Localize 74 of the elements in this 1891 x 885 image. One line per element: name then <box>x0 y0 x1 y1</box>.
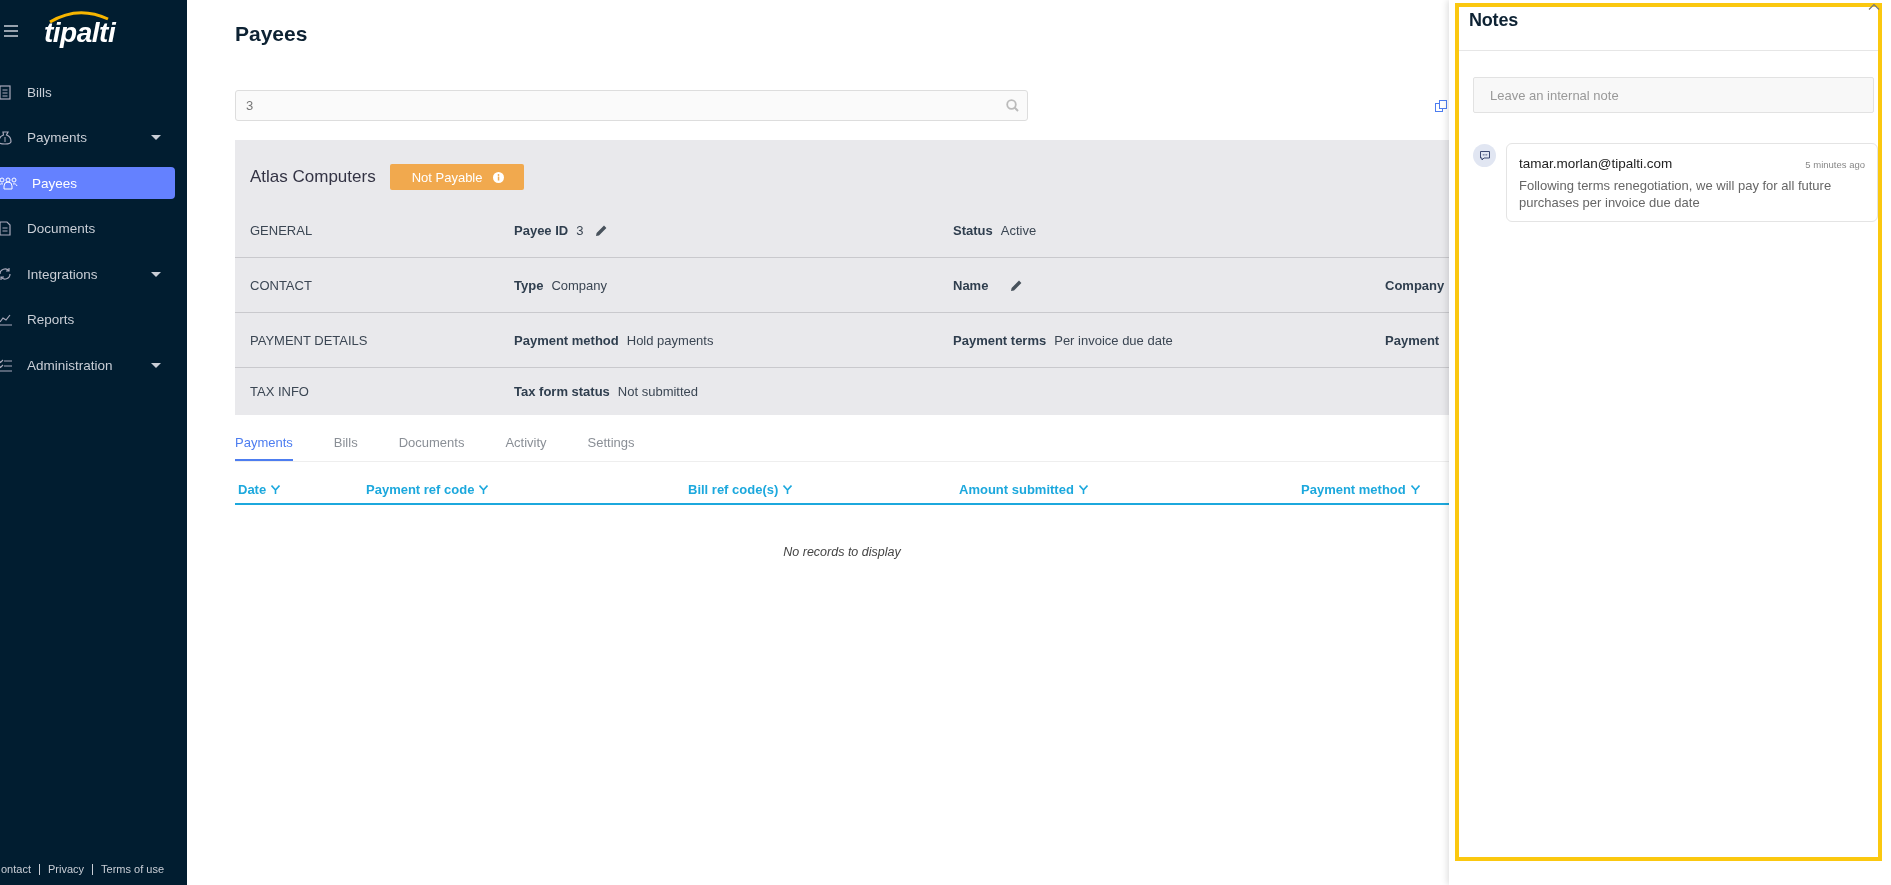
filter-icon <box>1410 484 1420 494</box>
caret-down-icon <box>151 135 161 140</box>
field-label: Status <box>953 223 993 238</box>
column-header[interactable]: Amount submitted <box>959 481 1301 497</box>
people-icon <box>0 175 18 191</box>
money-bag-icon <box>0 130 13 145</box>
field-label: Payment method <box>514 332 619 348</box>
section-heading: CONTACT <box>250 277 313 293</box>
chart-icon <box>0 312 13 327</box>
sync-icon <box>0 266 13 282</box>
field-label: Company <box>1385 277 1445 293</box>
tab[interactable]: Documents <box>398 427 465 461</box>
column-header[interactable]: Bill ref code(s) <box>688 481 959 497</box>
search-icon <box>1006 99 1019 112</box>
menu-icon[interactable] <box>4 25 18 37</box>
receipt-icon <box>0 84 13 100</box>
column-header[interactable]: Payment ref code <box>366 481 688 497</box>
tab[interactable]: Activity <box>505 427 547 461</box>
note-author: tamar.morlan@tipalti.com <box>1519 156 1673 171</box>
pencil-icon[interactable] <box>595 224 609 237</box>
footer-link[interactable]: Terms of use <box>92 864 172 875</box>
logo-arc-icon <box>48 9 110 23</box>
sidebar-item[interactable]: Documents <box>0 212 175 245</box>
caret-down-icon <box>151 271 161 277</box>
logo: tipalti <box>44 15 116 47</box>
info-icon <box>492 171 504 183</box>
field-label: Payment terms <box>953 332 1047 348</box>
field-value: Active <box>1000 223 1037 238</box>
field-label: Name <box>953 277 989 293</box>
checklist-icon <box>0 357 13 373</box>
field-value: Not submitted <box>617 384 699 399</box>
section-heading: GENERAL <box>250 223 314 238</box>
sidebar-item[interactable]: Reports <box>0 303 175 336</box>
payee-name: Atlas Computers <box>250 167 376 187</box>
note-input-field[interactable]: Leave an internal note <box>1473 77 1874 113</box>
sidebar-item[interactable]: Payments <box>0 121 175 154</box>
page-title: Payees <box>235 22 309 47</box>
footer-link[interactable]: Privacy <box>38 864 93 875</box>
sidebar-item[interactable]: Integrations <box>0 258 175 290</box>
tab[interactable]: Bills <box>333 427 358 461</box>
tab[interactable]: Payments <box>235 427 293 461</box>
sidebar-item[interactable]: Payees <box>0 167 175 199</box>
footer-link[interactable]: ontact <box>1 864 39 875</box>
panel-title: Notes <box>1459 7 1878 51</box>
field-value: Company <box>551 277 608 293</box>
filter-icon <box>479 484 489 494</box>
field-value: Per invoice due date <box>1054 332 1173 348</box>
sidebar-item[interactable]: Bills <box>0 76 175 108</box>
field-label: Tax form status <box>514 384 610 399</box>
empty-message: No records to display <box>782 545 902 559</box>
copy-icon[interactable] <box>1435 99 1447 112</box>
column-header[interactable]: Payment method <box>1301 481 1420 497</box>
caret-down-icon <box>151 362 161 368</box>
field-value: Hold payments <box>626 332 714 348</box>
document-icon <box>0 221 13 236</box>
search-field[interactable]: 3 <box>235 90 1028 121</box>
section-heading: TAX INFO <box>250 384 310 399</box>
tab[interactable]: Settings <box>587 427 635 461</box>
column-header[interactable]: Date <box>235 481 366 497</box>
filter-icon <box>783 484 793 494</box>
field-label: Payee ID <box>514 223 569 238</box>
filter-icon <box>271 484 281 494</box>
note-text: Following terms renegotiation, we will pay for all future purchases per invoice due date <box>1519 177 1833 211</box>
field-label: Type <box>514 277 544 293</box>
note-time: 5 minutes ago <box>1805 159 1865 170</box>
sidebar-item[interactable]: Administration <box>0 349 175 381</box>
section-heading: PAYMENT DETAILS <box>250 332 369 348</box>
speech-bubble-icon <box>1479 150 1490 161</box>
filter-icon <box>1078 484 1088 494</box>
pencil-icon[interactable] <box>1010 278 1024 292</box>
chevron-up-icon[interactable] <box>1868 3 1880 10</box>
field-value: 3 <box>576 223 584 238</box>
status-badge: Not Payable <box>389 164 524 190</box>
field-label: Payment <box>1385 332 1440 348</box>
